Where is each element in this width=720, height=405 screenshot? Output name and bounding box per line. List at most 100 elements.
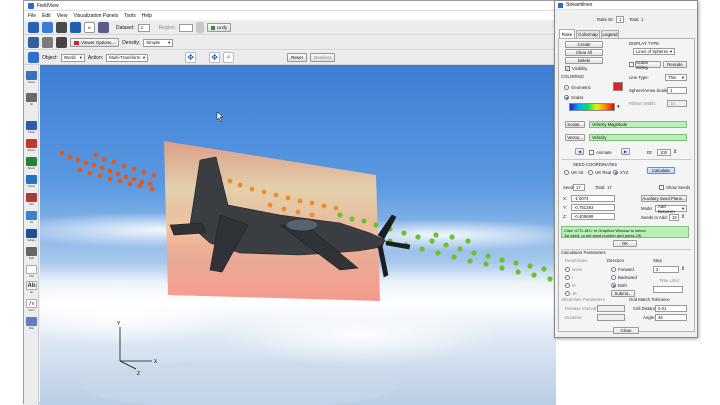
time-limit-input[interactable] [653, 286, 683, 293]
sphere-scale-input[interactable]: 1 [667, 87, 687, 94]
menu-view[interactable]: View [57, 13, 68, 19]
print-icon[interactable] [56, 22, 67, 33]
streamline-icon[interactable] [26, 139, 37, 148]
restriction-i-radio[interactable] [565, 275, 570, 280]
auxiliary-seed-plane-button[interactable]: Auxiliary Seed Plane... [641, 195, 687, 202]
x-input[interactable]: -1.0074 [571, 195, 615, 202]
zoom-icon[interactable]: ⌕ [223, 52, 235, 63]
angle-input[interactable]: 45 [655, 314, 687, 321]
arrow-icon[interactable] [28, 52, 39, 63]
line-type-select[interactable]: Thin ▾ [665, 74, 687, 81]
misc-icon[interactable] [26, 317, 37, 326]
graphics-viewport[interactable]: Y X Z [40, 65, 556, 405]
cell-distance-input[interactable]: 0.01 [655, 305, 687, 312]
menu-edit[interactable]: Edit [42, 13, 51, 19]
boundary-icon[interactable] [26, 157, 37, 166]
save-icon[interactable] [42, 22, 53, 33]
camera-icon[interactable] [56, 37, 67, 48]
iso-icon[interactable] [26, 211, 37, 220]
reset-button[interactable]: Reset [287, 53, 307, 62]
scalar-sizing-checkbox[interactable] [629, 62, 634, 67]
direction-forward-radio[interactable] [611, 267, 616, 272]
mode-select[interactable]: Add Between ▾ [655, 204, 687, 214]
scalar-function-button[interactable]: Scalar... [565, 121, 585, 128]
seed-input[interactable]: 17 [573, 184, 585, 191]
plot-icon[interactable] [26, 265, 37, 274]
fit-icon[interactable] [26, 93, 37, 102]
dataset-input[interactable]: 1 [137, 23, 150, 32]
geometric-color-swatch[interactable] [613, 82, 623, 91]
surface-icon[interactable] [26, 229, 37, 238]
vector-icon[interactable] [26, 175, 37, 184]
move-icon[interactable]: ✥ [185, 52, 197, 63]
xyz-radio[interactable] [613, 170, 618, 175]
geometric-radio[interactable] [564, 85, 569, 90]
chevron-down-icon[interactable]: ▾ [617, 104, 620, 110]
script-icon[interactable] [98, 22, 109, 33]
seeds-spinner-icon[interactable]: ⇕ [681, 214, 685, 220]
rescale-button[interactable]: Rescale [663, 61, 687, 68]
xyz-axes-icon[interactable] [28, 37, 39, 48]
step-forward-icon[interactable]: ▶ [621, 148, 630, 155]
submit-button[interactable]: Submit... [611, 290, 635, 297]
view-icon[interactable] [42, 37, 53, 48]
step-spinner-icon[interactable]: ⇕ [681, 266, 685, 272]
ijk-int-radio[interactable] [564, 170, 569, 175]
scalar-radio[interactable] [564, 95, 569, 100]
menu-tools[interactable]: Tools [124, 13, 136, 19]
dt-spinner-icon[interactable]: ⇕ [673, 149, 677, 155]
z-input[interactable]: -0.405699 [571, 213, 615, 220]
ijk-real-radio[interactable] [588, 170, 593, 175]
ok-button[interactable]: OK [613, 240, 637, 247]
formula-icon[interactable]: ƒx [26, 299, 37, 308]
path-icon[interactable] [26, 247, 37, 256]
release-interval-input[interactable] [597, 305, 625, 312]
calculate-button[interactable]: Calculate [647, 167, 675, 174]
tab-legend[interactable]: Legend [601, 30, 619, 38]
pan-icon[interactable]: ✥ [209, 52, 221, 63]
delete-button[interactable]: Delete [565, 57, 603, 64]
seeds-to-add-input[interactable]: 15 [669, 214, 679, 221]
duration-input[interactable] [597, 314, 625, 321]
probe-icon[interactable] [26, 121, 37, 130]
part-icon[interactable] [26, 193, 37, 202]
menu-file[interactable]: File [28, 13, 36, 19]
display-type-select[interactable]: Lines of Spheres ▾ [633, 48, 675, 55]
y-input[interactable]: -0.751393 [571, 204, 615, 211]
deselect-button[interactable]: Deselect [309, 53, 336, 62]
restriction-none-radio[interactable] [565, 267, 570, 272]
menu-visualization-panels[interactable]: Visualization Panels [73, 13, 118, 19]
action-select[interactable]: Multi-Transform ▾ [106, 53, 149, 62]
animate-checkbox[interactable] [589, 150, 594, 155]
visibility-checkbox[interactable]: ✓ [565, 66, 570, 71]
step-back-icon[interactable]: ◀ [575, 148, 584, 155]
vector-function-button[interactable]: Vector... [565, 134, 585, 141]
ribbon-width-input[interactable]: 10 [667, 100, 687, 107]
tab-colormap[interactable]: Colormap [576, 30, 600, 38]
direction-both-radio[interactable] [611, 283, 616, 288]
step-input[interactable]: 2 [653, 266, 679, 273]
grid-icon[interactable] [195, 22, 204, 33]
restriction-jk-radio[interactable] [565, 291, 570, 296]
reset-view-icon[interactable] [26, 71, 37, 80]
restriction-ik-radio[interactable] [565, 283, 570, 288]
clear-all-button[interactable]: Clear All [565, 49, 603, 56]
rake-id-input[interactable]: 1 [616, 16, 624, 23]
show-seeds-checkbox[interactable] [659, 185, 664, 190]
region-input[interactable] [178, 23, 193, 32]
export-icon[interactable] [70, 22, 81, 33]
create-button[interactable]: Create [565, 41, 603, 48]
density-select[interactable]: Simple ▾ [143, 38, 174, 47]
scalar-sizing-button[interactable]: Scalar Sizing [635, 60, 661, 70]
annotation-icon[interactable]: Ab [26, 281, 37, 290]
close-button[interactable]: Close [613, 327, 639, 334]
function-icon[interactable]: fx [84, 22, 95, 33]
unify-button[interactable]: Unify [206, 23, 232, 32]
tab-rake[interactable]: Rake [559, 29, 575, 38]
colormap-preview[interactable] [569, 103, 615, 111]
dt-input[interactable]: 100 [657, 149, 671, 156]
menu-help[interactable]: Help [142, 13, 152, 19]
open-icon[interactable] [28, 22, 39, 33]
viewer-options-button[interactable]: Viewer Options... [70, 38, 120, 47]
object-select[interactable]: World ▾ [60, 53, 85, 62]
